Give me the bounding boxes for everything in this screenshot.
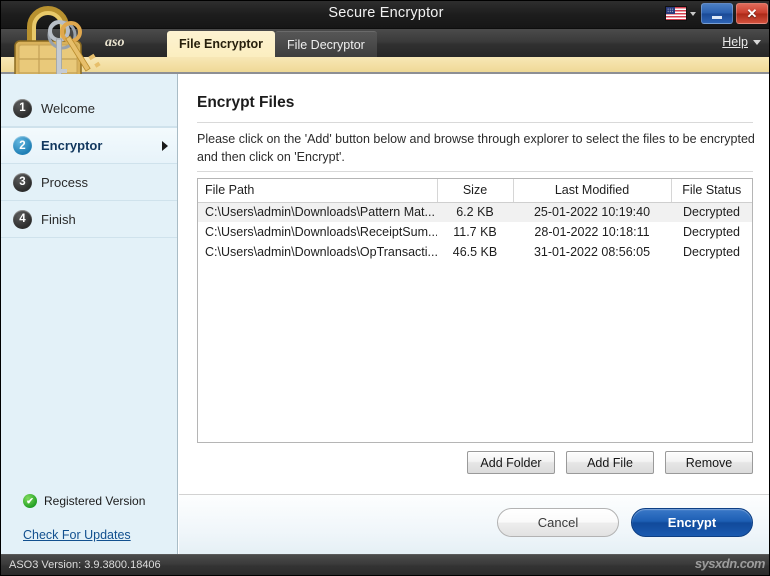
- cell-last-modified: 31-01-2022 08:56:05: [533, 245, 651, 259]
- watermark: sysxdn.com: [694, 556, 766, 571]
- title-bar: Secure Encryptor ✕: [1, 1, 769, 29]
- cell-size: 6.2 KB: [437, 202, 513, 222]
- cell-file-path: C:\Users\admin\Downloads\OpTransacti...: [205, 245, 437, 259]
- us-flag-icon: [665, 6, 687, 21]
- column-header-file-status[interactable]: File Status: [671, 179, 752, 203]
- status-bar: ASO3 Version: 3.9.3800.18406 sysxdn.com: [1, 554, 769, 575]
- sidebar-item-encryptor[interactable]: 2 Encryptor: [1, 127, 177, 164]
- cell-size: 11.7 KB: [453, 225, 497, 239]
- minimize-button[interactable]: [701, 3, 733, 24]
- encrypt-button[interactable]: Encrypt: [631, 508, 753, 537]
- table-row[interactable]: C:\Users\admin\Downloads\Pattern Mat... …: [198, 202, 752, 222]
- help-menu-label: Help: [722, 35, 748, 49]
- window-title: Secure Encryptor: [328, 5, 444, 21]
- cell-size: 46.5 KB: [452, 245, 498, 259]
- close-icon: ✕: [746, 6, 758, 21]
- step-badge-2: 2: [13, 136, 32, 155]
- table-row[interactable]: C:\Users\admin\Downloads\ReceiptSum... 1…: [198, 222, 752, 242]
- accent-strip: [1, 57, 769, 74]
- cell-file-status: Decrypted: [683, 225, 740, 239]
- sidebar-item-welcome[interactable]: 1 Welcome: [1, 90, 177, 127]
- remove-button[interactable]: Remove: [665, 451, 753, 474]
- divider-bottom: [197, 171, 753, 172]
- page-title: Encrypt Files: [197, 94, 295, 111]
- step-badge-1: 1: [13, 98, 32, 118]
- instructions-text: Please click on the 'Add' button below a…: [197, 132, 755, 164]
- tab-file-decryptor[interactable]: File Decryptor: [275, 31, 377, 57]
- sidebar-item-label: Process: [41, 174, 88, 190]
- tab-bar: aso File Encryptor File Decryptor Help: [1, 29, 769, 57]
- brand-label: aso: [105, 35, 125, 50]
- divider-top: [197, 122, 753, 123]
- cell-last-modified: 25-01-2022 10:19:40: [513, 202, 671, 222]
- help-menu[interactable]: Help: [722, 35, 761, 49]
- chevron-right-icon: [162, 141, 168, 151]
- sidebar-footer: ✔ Registered Version Check For Updates: [1, 488, 177, 556]
- registered-label: Registered Version: [44, 494, 146, 508]
- step-badge-3: 3: [13, 172, 32, 192]
- column-header-file-path[interactable]: File Path: [198, 179, 438, 203]
- chevron-down-icon: [753, 39, 761, 45]
- file-actions-row: Add Folder Add File Remove: [197, 451, 753, 474]
- sidebar-item-label: Encryptor: [41, 138, 103, 153]
- column-header-last-modified[interactable]: Last Modified: [513, 179, 672, 203]
- application-window: Secure Encryptor ✕ aso File Encryptor Fi…: [0, 0, 770, 576]
- cell-file-status: Decrypted: [671, 202, 752, 222]
- wizard-sidebar: 1 Welcome 2 Encryptor 3 Process 4 Finish…: [1, 74, 178, 556]
- file-list-box[interactable]: File Path Size Last Modified File Status…: [197, 178, 753, 443]
- cell-file-path: C:\Users\admin\Downloads\ReceiptSum...: [205, 225, 437, 239]
- minimize-icon: [712, 15, 722, 19]
- add-file-button[interactable]: Add File: [566, 451, 654, 474]
- tab-list: File Encryptor File Decryptor: [167, 31, 377, 57]
- action-buttons: Cancel Encrypt: [497, 508, 753, 537]
- check-for-updates-link[interactable]: Check For Updates: [1, 528, 177, 542]
- sidebar-item-label: Finish: [41, 211, 76, 227]
- tab-file-encryptor[interactable]: File Encryptor: [167, 31, 276, 57]
- main-content: Encrypt Files Please click on the 'Add' …: [179, 74, 769, 556]
- version-label: ASO3 Version: 3.9.3800.18406: [9, 559, 161, 571]
- check-circle-icon: ✔: [23, 494, 37, 508]
- file-table: File Path Size Last Modified File Status…: [198, 179, 752, 262]
- sidebar-item-finish[interactable]: 4 Finish: [1, 201, 177, 238]
- close-button[interactable]: ✕: [736, 3, 768, 24]
- window-controls: ✕: [663, 3, 768, 24]
- sidebar-item-label: Welcome: [41, 100, 95, 116]
- table-row[interactable]: C:\Users\admin\Downloads\OpTransacti... …: [198, 242, 752, 262]
- action-bar: Cancel Encrypt: [179, 494, 769, 556]
- registered-status: ✔ Registered Version: [1, 488, 177, 514]
- table-header-row: File Path Size Last Modified File Status: [198, 179, 752, 203]
- sidebar-item-process[interactable]: 3 Process: [1, 164, 177, 201]
- cell-file-status: Decrypted: [683, 245, 740, 259]
- cancel-button[interactable]: Cancel: [497, 508, 619, 537]
- cell-file-path: C:\Users\admin\Downloads\Pattern Mat...: [198, 202, 437, 222]
- chevron-down-icon: [690, 11, 696, 16]
- cell-last-modified: 28-01-2022 10:18:11: [534, 225, 650, 239]
- add-folder-button[interactable]: Add Folder: [467, 451, 555, 474]
- step-badge-4: 4: [13, 209, 32, 229]
- language-flag-button[interactable]: [663, 5, 698, 22]
- column-header-size[interactable]: Size: [437, 179, 514, 203]
